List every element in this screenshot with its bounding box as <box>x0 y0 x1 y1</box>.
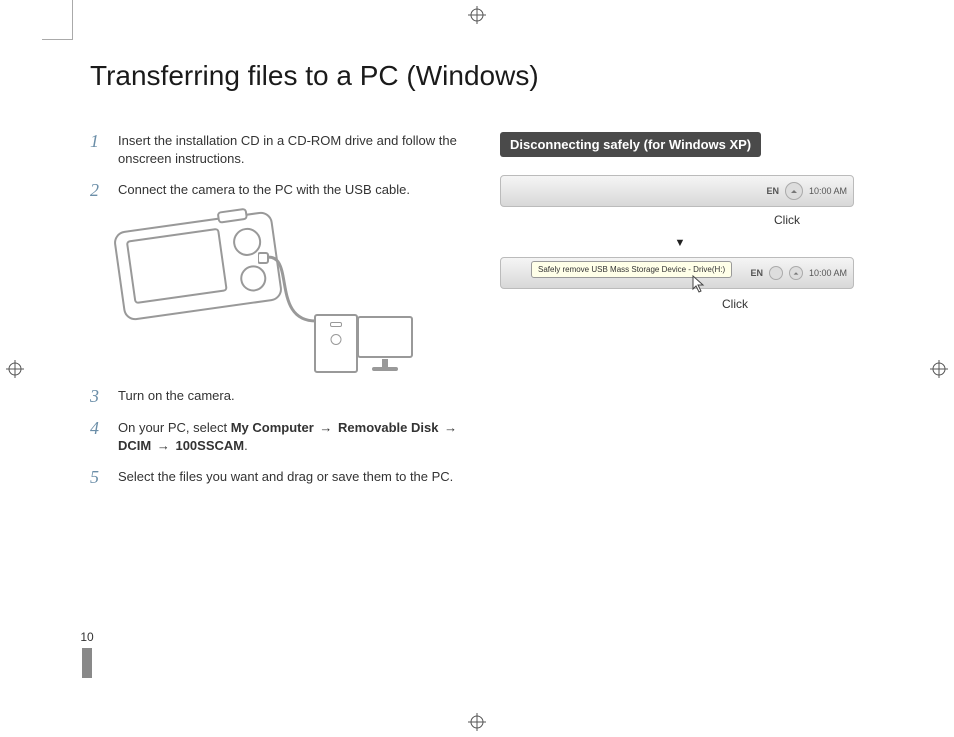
registration-mark-icon <box>468 713 486 731</box>
step-1: 1 Insert the installation CD in a CD-ROM… <box>90 132 460 167</box>
step-number: 4 <box>90 419 104 454</box>
safely-remove-hardware-icon <box>785 182 803 200</box>
step-text: Insert the installation CD in a CD-ROM d… <box>118 132 460 167</box>
click-label: Click <box>722 297 748 311</box>
crop-mark-icon <box>42 0 73 40</box>
step-4: 4 On your PC, select My Computer → Remov… <box>90 419 460 454</box>
step-2: 2 Connect the camera to the PC with the … <box>90 181 460 199</box>
pc-tower-icon <box>314 314 358 373</box>
registration-mark-icon <box>6 360 24 378</box>
step4-path-3: DCIM <box>118 438 151 453</box>
page-tab-icon <box>82 648 92 678</box>
monitor-icon <box>357 316 412 371</box>
taskbar-illustration-1: EN 10:00 AM <box>500 175 854 207</box>
language-indicator: EN <box>750 268 763 278</box>
safely-remove-hardware-icon <box>789 266 803 280</box>
page-number-block: 10 <box>72 630 102 678</box>
language-indicator: EN <box>766 186 779 196</box>
step-number: 1 <box>90 132 104 167</box>
step4-path-2: Removable Disk <box>338 420 438 435</box>
registration-mark-icon <box>930 360 948 378</box>
section-header: Disconnecting safely (for Windows XP) <box>500 132 761 157</box>
path-arrow: → <box>319 420 332 435</box>
step4-tail: . <box>244 438 248 453</box>
path-arrow: → <box>444 420 457 435</box>
network-icon <box>769 266 783 280</box>
taskbar-time: 10:00 AM <box>809 268 847 278</box>
step4-path-1: My Computer <box>231 420 314 435</box>
click-label: Click <box>774 213 800 227</box>
step-number: 3 <box>90 387 104 405</box>
step-number: 5 <box>90 468 104 486</box>
taskbar-illustration-2: Safely remove USB Mass Storage Device - … <box>500 257 854 289</box>
step-number: 2 <box>90 181 104 199</box>
cursor-icon <box>692 275 708 295</box>
taskbar-time: 10:00 AM <box>809 186 847 196</box>
camera-to-pc-illustration <box>108 213 418 373</box>
step-text: Turn on the camera. <box>118 387 235 405</box>
step4-path-4: 100SSCAM <box>175 438 244 453</box>
step-5: 5 Select the files you want and drag or … <box>90 468 460 486</box>
down-arrow-icon: ▼ <box>500 237 860 249</box>
step4-lead: On your PC, select <box>118 420 231 435</box>
path-arrow: → <box>157 438 170 453</box>
step-text: Connect the camera to the PC with the US… <box>118 181 410 199</box>
step-text: On your PC, select My Computer → Removab… <box>118 419 460 454</box>
step-text: Select the files you want and drag or sa… <box>118 468 453 486</box>
step-3: 3 Turn on the camera. <box>90 387 460 405</box>
page-number: 10 <box>72 630 102 644</box>
page-title: Transferring files to a PC (Windows) <box>90 60 870 92</box>
registration-mark-icon <box>468 6 486 24</box>
